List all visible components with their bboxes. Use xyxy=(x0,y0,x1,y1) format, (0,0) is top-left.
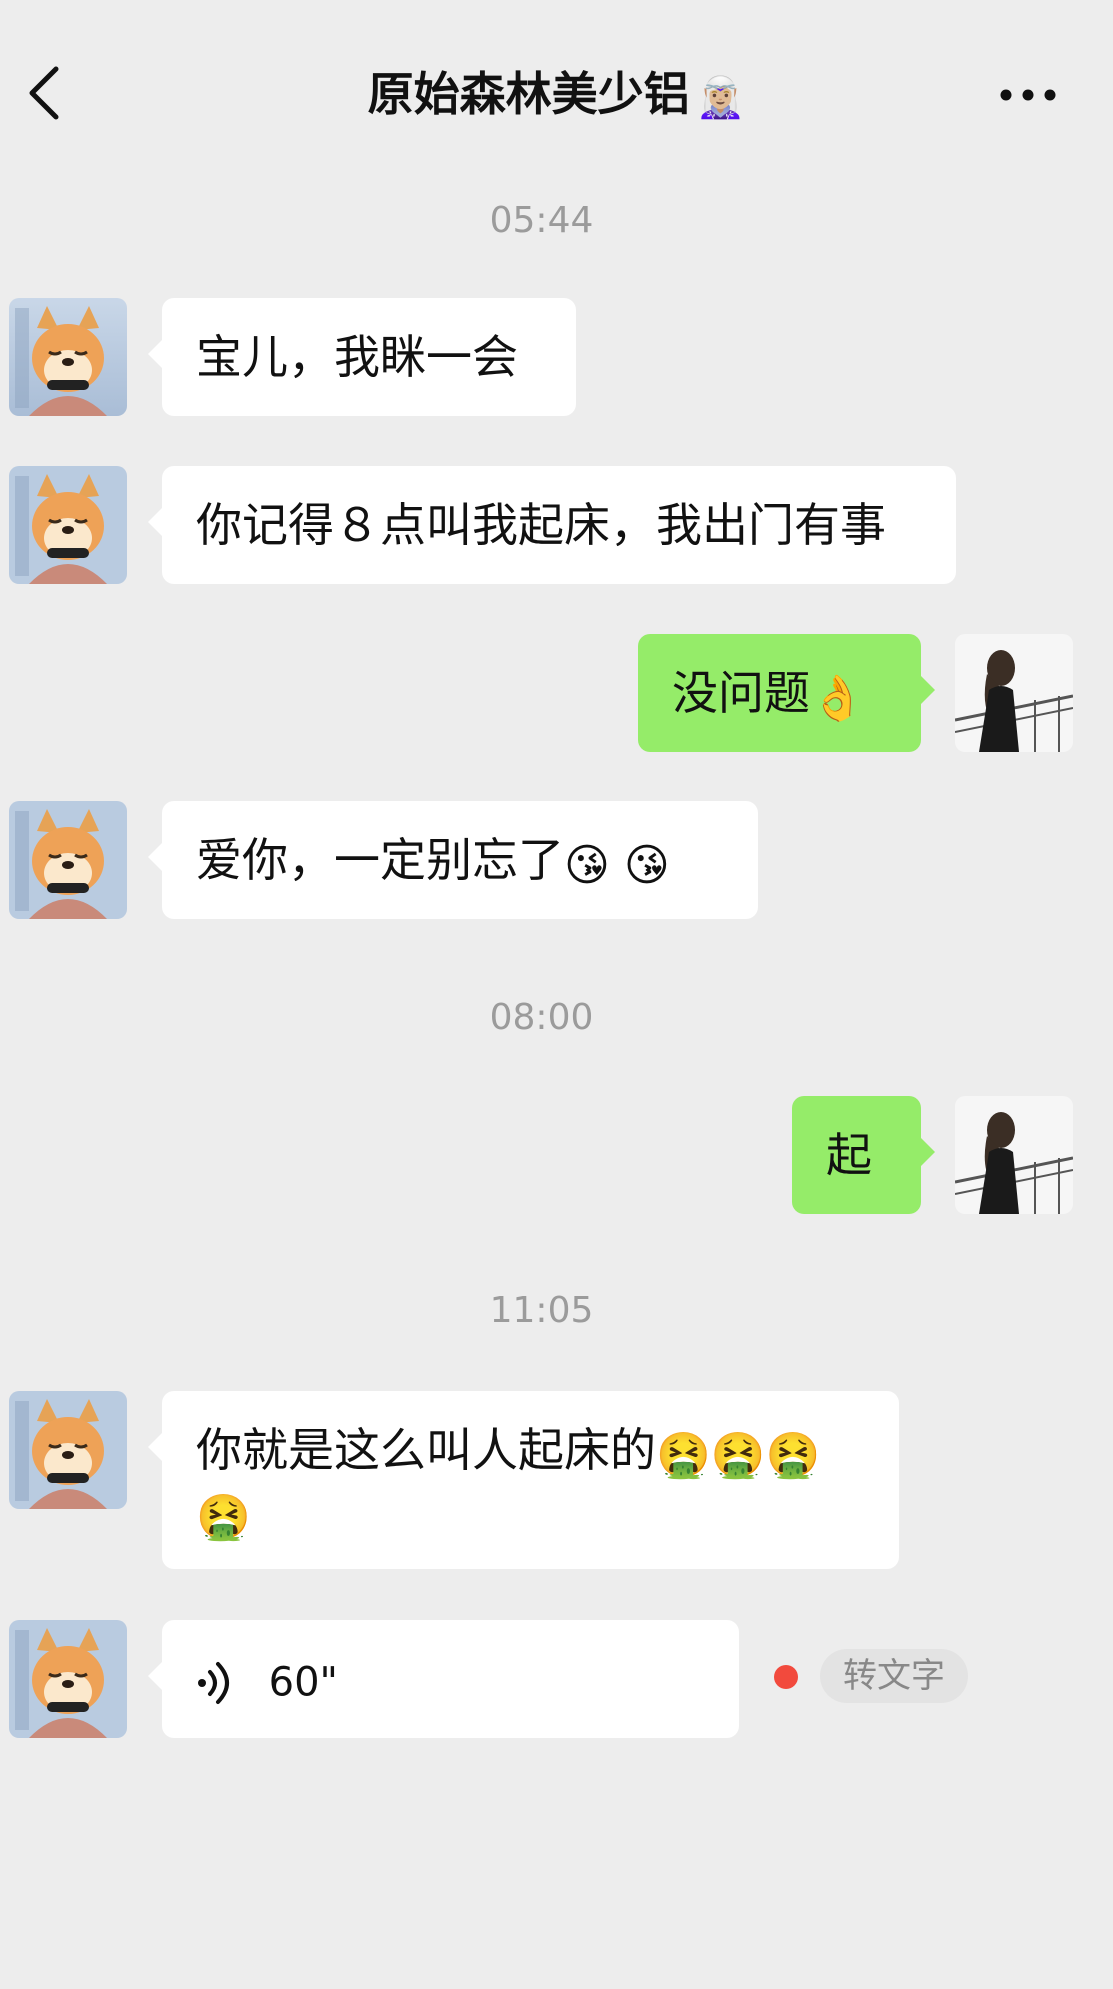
elf-emoji: 🧝🏼‍♀️ xyxy=(695,74,746,121)
shiba-dog-avatar-image xyxy=(9,466,127,584)
voice-message-bubble[interactable]: 60" xyxy=(148,1620,739,1738)
woman-silhouette-avatar-image xyxy=(955,1096,1073,1214)
voice-wave-icon xyxy=(198,1661,229,1704)
user-avatar[interactable] xyxy=(955,1096,1073,1214)
message-text: 没问题 xyxy=(672,666,810,720)
shiba-dog-avatar-image xyxy=(9,801,127,919)
woman-silhouette-avatar-image xyxy=(955,634,1073,752)
contact-avatar[interactable] xyxy=(9,801,127,919)
outgoing-message-bubble[interactable]: 没问题👌 xyxy=(638,634,935,752)
chevron-left-icon xyxy=(29,66,59,120)
contact-avatar[interactable] xyxy=(9,1620,127,1738)
contact-avatar[interactable] xyxy=(9,1391,127,1509)
back-button[interactable] xyxy=(14,58,74,128)
message-line: 🤮 xyxy=(196,1481,865,1543)
more-options-button[interactable] xyxy=(990,70,1066,120)
vomiting-face-emoji: 🤮🤮🤮 xyxy=(656,1430,821,1481)
timestamp: 05:44 xyxy=(489,200,594,241)
timestamp: 11:05 xyxy=(489,1290,594,1331)
more-dots-icon xyxy=(1000,89,1056,101)
kissing-face-emoji: 😘 😘 xyxy=(564,840,670,891)
incoming-message-bubble[interactable]: 你记得８点叫我起床，我出门有事 xyxy=(148,466,956,584)
incoming-message-bubble[interactable]: 宝儿，我眯一会 xyxy=(148,298,576,416)
contact-avatar[interactable] xyxy=(9,298,127,416)
shiba-dog-avatar-image xyxy=(9,1620,127,1738)
message-text: 爱你，一定别忘了 xyxy=(196,833,564,887)
chat-header: 原始森林美少铝 🧝🏼‍♀️ xyxy=(0,0,1113,185)
shiba-dog-avatar-image xyxy=(9,1391,127,1509)
contact-avatar[interactable] xyxy=(9,466,127,584)
message-text: 宝儿，我眯一会 xyxy=(196,330,518,384)
message-text: 你就是这么叫人起床的 xyxy=(196,1423,656,1477)
message-line: 你就是这么叫人起床的🤮🤮🤮 xyxy=(196,1419,865,1481)
timestamp: 08:00 xyxy=(489,997,594,1038)
user-avatar[interactable] xyxy=(955,634,1073,752)
incoming-message-bubble[interactable]: 爱你，一定别忘了😘 😘 xyxy=(148,801,758,919)
shiba-dog-avatar-image xyxy=(9,298,127,416)
message-text: 你记得８点叫我起床，我出门有事 xyxy=(196,498,886,552)
voice-duration: 60" xyxy=(268,1659,338,1706)
chat-title-text: 原始森林美少铝 xyxy=(367,67,690,121)
message-text: 起 xyxy=(826,1128,872,1182)
unread-dot xyxy=(774,1665,798,1689)
vomiting-face-emoji: 🤮 xyxy=(196,1492,251,1543)
incoming-message-bubble[interactable]: 你就是这么叫人起床的🤮🤮🤮 🤮 xyxy=(148,1391,899,1569)
convert-to-text-button[interactable]: 转文字 xyxy=(820,1649,968,1703)
outgoing-message-bubble[interactable]: 起 xyxy=(792,1096,935,1214)
chat-title: 原始森林美少铝 🧝🏼‍♀️ xyxy=(200,62,913,126)
ok-hand-emoji: 👌 xyxy=(810,673,865,724)
